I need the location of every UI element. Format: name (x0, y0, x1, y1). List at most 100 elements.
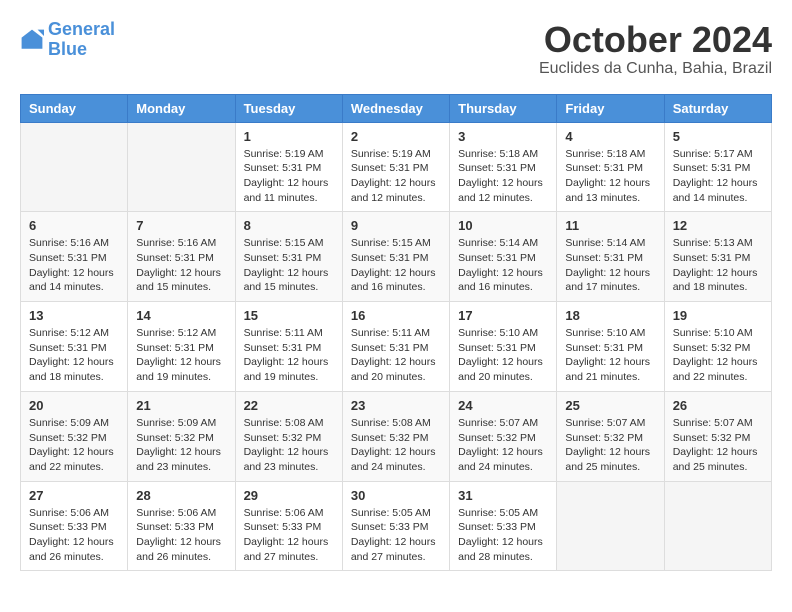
week-row-3: 13Sunrise: 5:12 AMSunset: 5:31 PMDayligh… (21, 302, 772, 392)
day-cell: 12 Sunrise: 5:13 AMSunset: 5:31 PMDayligh… (664, 212, 771, 302)
day-cell: 9 Sunrise: 5:15 AMSunset: 5:31 PMDaylight… (342, 212, 449, 302)
day-info: Sunrise: 5:15 AMSunset: 5:31 PMDaylight:… (244, 236, 334, 295)
day-cell: 21 Sunrise: 5:09 AMSunset: 5:32 PMDayligh… (128, 391, 235, 481)
header-cell-sunday: Sunday (21, 94, 128, 122)
day-cell: 24Sunrise: 5:07 AMSunset: 5:32 PMDayligh… (450, 391, 557, 481)
day-info: Sunrise: 5:11 AMSunset: 5:31 PMDaylight:… (244, 326, 334, 385)
day-info: Sunrise: 5:19 AMSunset: 5:31 PMDaylight:… (351, 147, 441, 206)
day-info: Sunrise: 5:15 AMSunset: 5:31 PMDaylight:… (351, 236, 441, 295)
day-cell: 25Sunrise: 5:07 AMSunset: 5:32 PMDayligh… (557, 391, 664, 481)
day-cell: 18Sunrise: 5:10 AMSunset: 5:31 PMDayligh… (557, 302, 664, 392)
day-number: 8 (244, 218, 334, 233)
day-info: Sunrise: 5:08 AMSunset: 5:32 PMDaylight:… (244, 416, 334, 475)
day-info: Sunrise: 5:07 AMSunset: 5:32 PMDaylight:… (458, 416, 548, 475)
day-cell: 20 Sunrise: 5:09 AMSunset: 5:32 PMDayligh… (21, 391, 128, 481)
header-cell-tuesday: Tuesday (235, 94, 342, 122)
day-number: 2 (351, 129, 441, 144)
day-cell: 8 Sunrise: 5:15 AMSunset: 5:31 PMDaylight… (235, 212, 342, 302)
day-cell (128, 122, 235, 212)
day-cell: 5 Sunrise: 5:17 AMSunset: 5:31 PMDaylight… (664, 122, 771, 212)
header-row: SundayMondayTuesdayWednesdayThursdayFrid… (21, 94, 772, 122)
header-cell-thursday: Thursday (450, 94, 557, 122)
day-number: 21 (136, 398, 226, 413)
day-cell (21, 122, 128, 212)
day-number: 22 (244, 398, 334, 413)
day-info: Sunrise: 5:10 AMSunset: 5:32 PMDaylight:… (673, 326, 763, 385)
day-number: 10 (458, 218, 548, 233)
header-cell-wednesday: Wednesday (342, 94, 449, 122)
day-number: 29 (244, 488, 334, 503)
week-row-2: 6 Sunrise: 5:16 AMSunset: 5:31 PMDaylight… (21, 212, 772, 302)
day-info: Sunrise: 5:16 AMSunset: 5:31 PMDaylight:… (136, 236, 226, 295)
calendar-table: SundayMondayTuesdayWednesdayThursdayFrid… (20, 94, 772, 572)
week-row-1: 1 Sunrise: 5:19 AMSunset: 5:31 PMDaylight… (21, 122, 772, 212)
day-number: 20 (29, 398, 119, 413)
day-number: 31 (458, 488, 548, 503)
day-cell: 23 Sunrise: 5:08 AMSunset: 5:32 PMDayligh… (342, 391, 449, 481)
day-cell: 11 Sunrise: 5:14 AMSunset: 5:31 PMDayligh… (557, 212, 664, 302)
day-info: Sunrise: 5:18 AMSunset: 5:31 PMDaylight:… (458, 147, 548, 206)
day-cell: 30Sunrise: 5:05 AMSunset: 5:33 PMDayligh… (342, 481, 449, 571)
day-info: Sunrise: 5:05 AMSunset: 5:33 PMDaylight:… (458, 506, 548, 565)
day-info: Sunrise: 5:09 AMSunset: 5:32 PMDaylight:… (136, 416, 226, 475)
day-number: 1 (244, 129, 334, 144)
day-cell: 13Sunrise: 5:12 AMSunset: 5:31 PMDayligh… (21, 302, 128, 392)
day-number: 11 (565, 218, 655, 233)
day-cell: 10 Sunrise: 5:14 AMSunset: 5:31 PMDayligh… (450, 212, 557, 302)
day-info: Sunrise: 5:17 AMSunset: 5:31 PMDaylight:… (673, 147, 763, 206)
day-cell: 26Sunrise: 5:07 AMSunset: 5:32 PMDayligh… (664, 391, 771, 481)
day-number: 19 (673, 308, 763, 323)
day-info: Sunrise: 5:18 AMSunset: 5:31 PMDaylight:… (565, 147, 655, 206)
day-cell: 17 Sunrise: 5:10 AMSunset: 5:31 PMDayligh… (450, 302, 557, 392)
day-cell: 16 Sunrise: 5:11 AMSunset: 5:31 PMDayligh… (342, 302, 449, 392)
logo: General Blue (20, 20, 115, 60)
week-row-4: 20 Sunrise: 5:09 AMSunset: 5:32 PMDayligh… (21, 391, 772, 481)
day-number: 13 (29, 308, 119, 323)
day-info: Sunrise: 5:10 AMSunset: 5:31 PMDaylight:… (458, 326, 548, 385)
day-number: 26 (673, 398, 763, 413)
day-cell: 6 Sunrise: 5:16 AMSunset: 5:31 PMDaylight… (21, 212, 128, 302)
day-info: Sunrise: 5:06 AMSunset: 5:33 PMDaylight:… (244, 506, 334, 565)
day-info: Sunrise: 5:16 AMSunset: 5:31 PMDaylight:… (29, 236, 119, 295)
day-number: 3 (458, 129, 548, 144)
day-info: Sunrise: 5:14 AMSunset: 5:31 PMDaylight:… (565, 236, 655, 295)
day-number: 16 (351, 308, 441, 323)
calendar-body: 1 Sunrise: 5:19 AMSunset: 5:31 PMDaylight… (21, 122, 772, 571)
day-number: 14 (136, 308, 226, 323)
day-cell: 19 Sunrise: 5:10 AMSunset: 5:32 PMDayligh… (664, 302, 771, 392)
day-number: 23 (351, 398, 441, 413)
logo-text: General Blue (48, 20, 115, 60)
day-number: 12 (673, 218, 763, 233)
day-cell: 29 Sunrise: 5:06 AMSunset: 5:33 PMDayligh… (235, 481, 342, 571)
main-title: October 2024 (539, 20, 772, 60)
header-cell-monday: Monday (128, 94, 235, 122)
day-cell: 1 Sunrise: 5:19 AMSunset: 5:31 PMDaylight… (235, 122, 342, 212)
day-cell: 14Sunrise: 5:12 AMSunset: 5:31 PMDayligh… (128, 302, 235, 392)
day-info: Sunrise: 5:13 AMSunset: 5:31 PMDaylight:… (673, 236, 763, 295)
day-cell: 2 Sunrise: 5:19 AMSunset: 5:31 PMDaylight… (342, 122, 449, 212)
day-info: Sunrise: 5:14 AMSunset: 5:31 PMDaylight:… (458, 236, 548, 295)
subtitle: Euclides da Cunha, Bahia, Brazil (539, 60, 772, 78)
day-info: Sunrise: 5:08 AMSunset: 5:32 PMDaylight:… (351, 416, 441, 475)
day-number: 28 (136, 488, 226, 503)
day-info: Sunrise: 5:07 AMSunset: 5:32 PMDaylight:… (565, 416, 655, 475)
day-number: 6 (29, 218, 119, 233)
title-section: October 2024 Euclides da Cunha, Bahia, B… (539, 20, 772, 78)
header-cell-saturday: Saturday (664, 94, 771, 122)
day-info: Sunrise: 5:11 AMSunset: 5:31 PMDaylight:… (351, 326, 441, 385)
day-cell: 15Sunrise: 5:11 AMSunset: 5:31 PMDayligh… (235, 302, 342, 392)
day-info: Sunrise: 5:06 AMSunset: 5:33 PMDaylight:… (136, 506, 226, 565)
day-number: 17 (458, 308, 548, 323)
day-cell: 22 Sunrise: 5:08 AMSunset: 5:32 PMDayligh… (235, 391, 342, 481)
day-cell: 28 Sunrise: 5:06 AMSunset: 5:33 PMDayligh… (128, 481, 235, 571)
logo-icon (20, 28, 44, 52)
day-cell (557, 481, 664, 571)
day-cell: 7Sunrise: 5:16 AMSunset: 5:31 PMDaylight… (128, 212, 235, 302)
day-info: Sunrise: 5:19 AMSunset: 5:31 PMDaylight:… (244, 147, 334, 206)
day-cell: 31 Sunrise: 5:05 AMSunset: 5:33 PMDayligh… (450, 481, 557, 571)
header-cell-friday: Friday (557, 94, 664, 122)
day-info: Sunrise: 5:06 AMSunset: 5:33 PMDaylight:… (29, 506, 119, 565)
day-info: Sunrise: 5:09 AMSunset: 5:32 PMDaylight:… (29, 416, 119, 475)
day-number: 5 (673, 129, 763, 144)
day-number: 9 (351, 218, 441, 233)
